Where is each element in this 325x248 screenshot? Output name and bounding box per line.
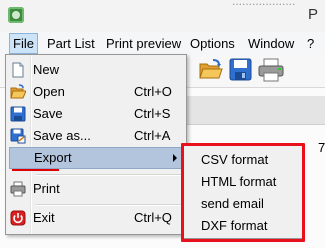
menu-print-preview[interactable]: Print preview bbox=[103, 35, 184, 52]
list-header bbox=[186, 96, 325, 125]
file-menu: New Open Ctrl+O Save Ctrl+S Save as... C… bbox=[5, 54, 187, 235]
background-text: 7 bbox=[318, 140, 325, 155]
menu-item-label: Print bbox=[33, 181, 60, 196]
menu-item-save[interactable]: Save Ctrl+S bbox=[8, 103, 184, 125]
open-folder-icon bbox=[10, 84, 26, 99]
new-document-icon bbox=[12, 62, 24, 78]
save-as-icon bbox=[10, 128, 26, 144]
menu-item-shortcut: Ctrl+A bbox=[134, 128, 171, 143]
menu-options[interactable]: Options bbox=[187, 35, 238, 52]
submenu-arrow-icon bbox=[173, 154, 177, 162]
menu-item-print[interactable]: Print bbox=[8, 178, 184, 200]
export-underline-annotation bbox=[12, 169, 59, 171]
menu-separator bbox=[36, 204, 182, 206]
menu-item-exit[interactable]: Exit Ctrl+Q bbox=[8, 207, 184, 229]
menu-separator bbox=[36, 174, 182, 176]
menu-item-shortcut: Ctrl+S bbox=[134, 106, 171, 121]
open-folder-icon[interactable] bbox=[199, 59, 223, 81]
menu-item-save-as[interactable]: Save as... Ctrl+A bbox=[8, 125, 184, 147]
window-title-partial: ................... bbox=[232, 0, 296, 8]
menu-item-label: New bbox=[33, 62, 60, 77]
power-icon bbox=[10, 210, 26, 226]
window-title: P bbox=[308, 6, 319, 23]
menu-file[interactable]: File bbox=[9, 33, 38, 54]
menu-item-label: Exit bbox=[33, 210, 55, 225]
floppy-save-icon bbox=[10, 106, 26, 122]
menu-bar: File Part List Print preview Options Win… bbox=[0, 32, 325, 55]
menu-item-open[interactable]: Open Ctrl+O bbox=[8, 81, 184, 103]
floppy-save-icon[interactable] bbox=[229, 58, 252, 81]
menu-help[interactable]: ? bbox=[304, 35, 317, 52]
menu-item-label: Save as... bbox=[33, 128, 91, 143]
menu-item-label: Save bbox=[33, 106, 63, 121]
printer-icon bbox=[10, 181, 26, 197]
menu-item-shortcut: Ctrl+O bbox=[134, 84, 172, 99]
menu-item-label: Open bbox=[33, 84, 65, 99]
menu-item-new[interactable]: New bbox=[8, 59, 184, 81]
app-icon bbox=[8, 7, 24, 23]
title-bar: ................... P bbox=[0, 0, 325, 32]
menu-item-label: Export bbox=[34, 150, 72, 165]
menu-item-export[interactable]: Export bbox=[9, 147, 184, 169]
menu-window[interactable]: Window bbox=[245, 35, 297, 52]
menu-part-list[interactable]: Part List bbox=[44, 35, 98, 52]
printer-icon[interactable] bbox=[257, 58, 285, 82]
menu-item-shortcut: Ctrl+Q bbox=[134, 210, 172, 225]
highlight-box-annotation bbox=[181, 143, 305, 242]
